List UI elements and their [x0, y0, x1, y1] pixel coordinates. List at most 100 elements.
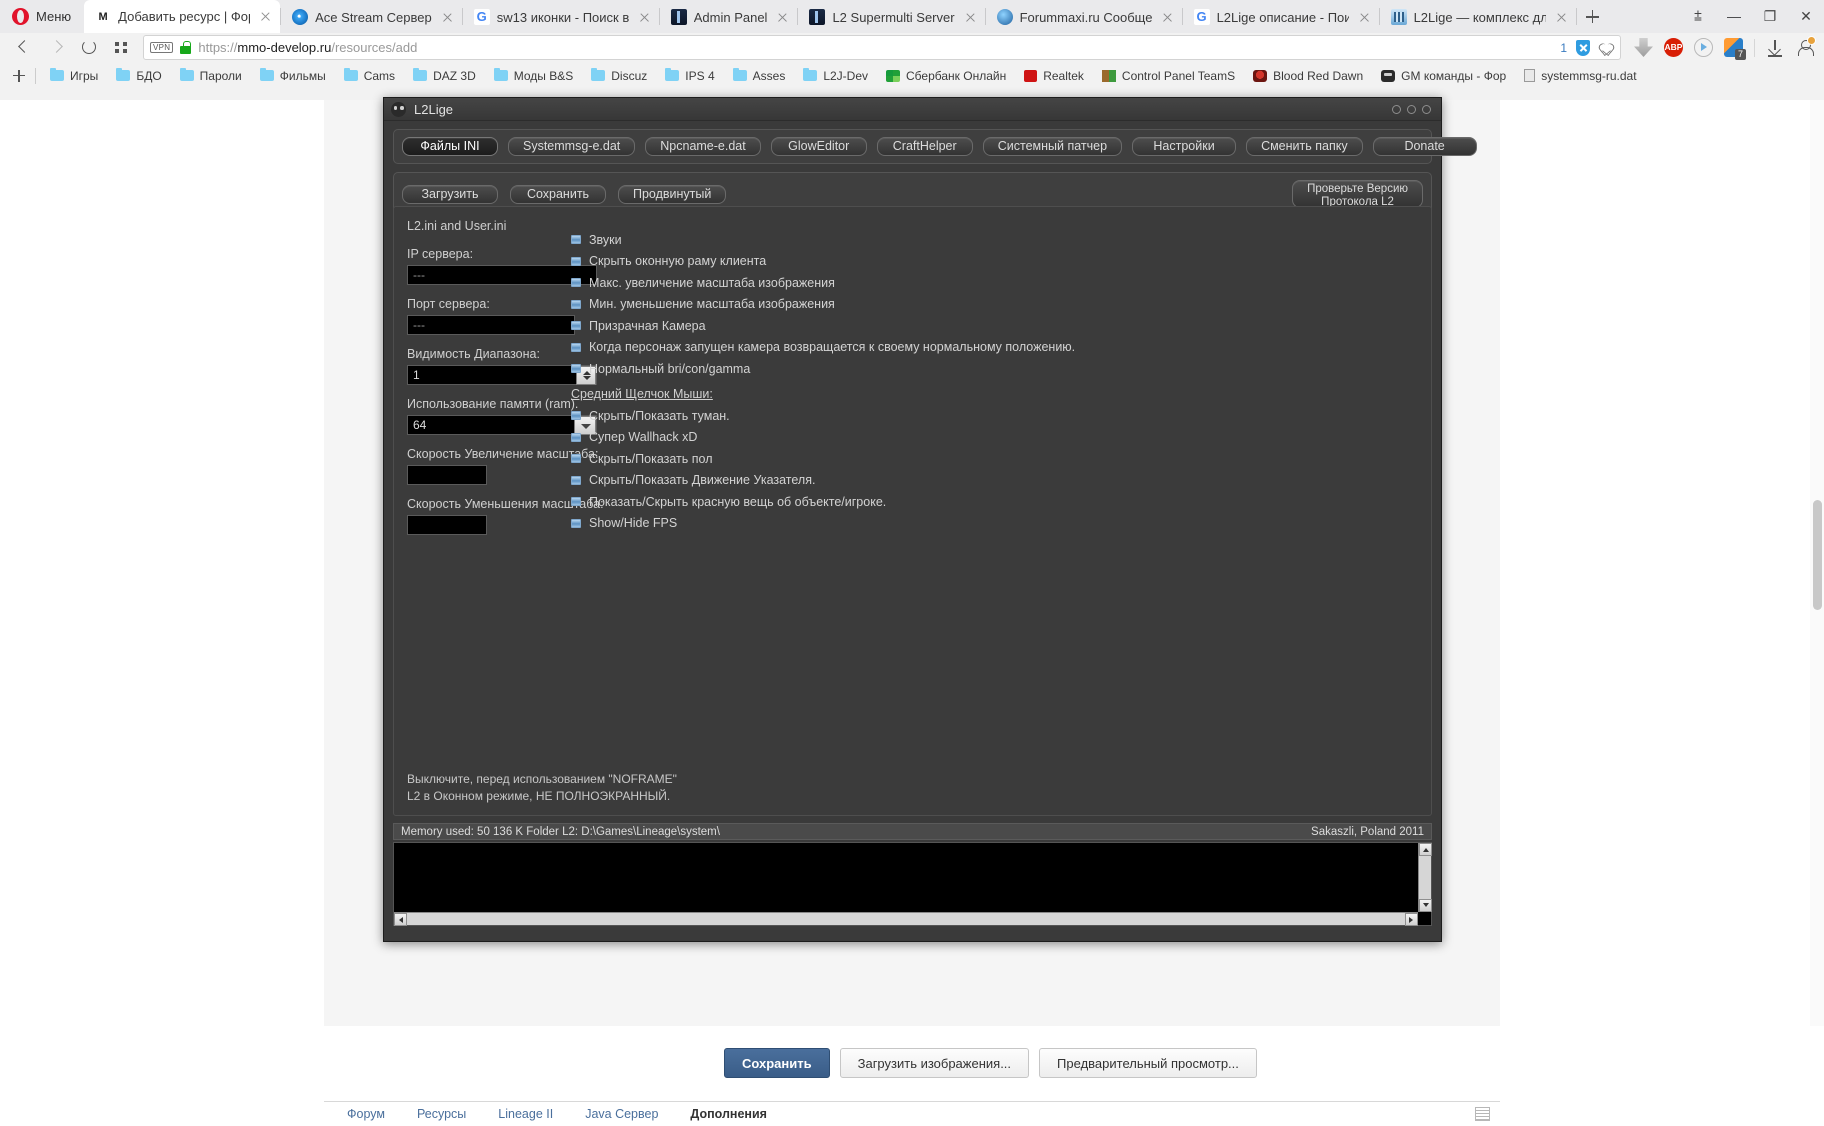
maximize-icon[interactable] [1407, 105, 1416, 114]
bookmark-item-11[interactable]: Сбербанк Онлайн [877, 65, 1015, 87]
checkbox-toggle-red-object-marker[interactable]: Показать/Скрыть красную вещь об объекте/… [571, 491, 1421, 512]
close-icon[interactable] [1422, 105, 1431, 114]
close-icon[interactable] [257, 8, 274, 25]
checkbox-sounds[interactable]: Звуки [571, 229, 1421, 250]
close-icon[interactable] [962, 9, 979, 26]
checkbox-icon[interactable] [571, 257, 581, 266]
minimize-icon[interactable] [1392, 105, 1401, 114]
zoom-out-speed-input[interactable] [407, 515, 487, 535]
tab-systemmsg[interactable]: Systemmsg-e.dat [508, 137, 635, 156]
bookmark-item-5[interactable]: DAZ 3D [404, 65, 485, 87]
resize-grip-icon[interactable] [1475, 1107, 1490, 1121]
checkbox-icon[interactable] [571, 454, 581, 463]
checkbox-icon[interactable] [571, 235, 581, 244]
footer-tab-forum[interactable]: Форум [334, 1107, 398, 1121]
heart-icon[interactable] [1599, 41, 1614, 55]
window-close-button[interactable]: ✕ [1788, 0, 1824, 33]
footer-tab-addons[interactable]: Дополнения [677, 1107, 780, 1121]
bookmark-item-6[interactable]: Моды B&S [485, 65, 583, 87]
close-icon[interactable] [439, 9, 456, 26]
server-ip-input[interactable]: --- [407, 265, 597, 285]
checkbox-icon[interactable] [571, 300, 581, 309]
console-horizontal-scrollbar[interactable] [394, 912, 1418, 925]
downloads-ext-icon[interactable] [1634, 38, 1653, 57]
checkbox-show-hide-fps[interactable]: Show/Hide FPS [571, 513, 1421, 534]
close-icon[interactable] [774, 9, 791, 26]
bookmark-item-15[interactable]: GM команды - Фор [1372, 65, 1515, 87]
browser-tab-6[interactable]: G L2Lige описание - Поиск [1183, 1, 1379, 33]
advanced-button[interactable]: Продвинутый [618, 185, 726, 204]
console-vertical-scrollbar[interactable] [1418, 843, 1431, 912]
add-bookmark-button[interactable] [8, 65, 30, 87]
save-button[interactable]: Сохранить [510, 185, 606, 204]
bookmark-item-2[interactable]: Пароли [171, 65, 251, 87]
checkbox-normal-bri-con-gamma[interactable]: Нормальный bri/con/gamma [571, 358, 1421, 379]
memory-usage-select[interactable]: 64 [407, 415, 597, 435]
zoom-in-speed-input[interactable] [407, 465, 487, 485]
browser-tab-5[interactable]: Forummaxi.ru Сообщество [986, 1, 1182, 33]
checkbox-toggle-fog[interactable]: Скрыть/Показать туман. [571, 405, 1421, 426]
maximize-button[interactable]: ❐ [1752, 0, 1788, 33]
server-port-input[interactable]: --- [407, 315, 575, 335]
browser-tab-4[interactable]: L2 Supermulti Server [798, 1, 984, 33]
tab-npcname[interactable]: Npcname-e.dat [645, 137, 760, 156]
adblock-plus-icon[interactable]: ABP [1664, 38, 1683, 57]
opera-menu-button[interactable]: Меню [0, 0, 84, 33]
checkbox-icon[interactable] [571, 497, 581, 506]
upload-images-button[interactable]: Загрузить изображения... [840, 1048, 1029, 1078]
scroll-left-icon[interactable] [394, 913, 407, 926]
page-scrollbar[interactable] [1810, 100, 1824, 1026]
close-icon[interactable] [636, 9, 653, 26]
bird-icon[interactable] [1724, 38, 1743, 57]
bookmark-item-10[interactable]: L2J-Dev [794, 65, 877, 87]
tab-menu-button[interactable]: ⩲ [1680, 0, 1716, 33]
browser-tab-3[interactable]: Admin Panel [660, 1, 798, 33]
reload-button[interactable] [74, 35, 103, 60]
tab-crafthelper[interactable]: CraftHelper [877, 137, 973, 156]
checkbox-min-zoom-out[interactable]: Мин. уменьшение масштаба изображения [571, 294, 1421, 315]
checkbox-icon[interactable] [571, 343, 581, 352]
speed-dial-button[interactable] [106, 35, 135, 60]
footer-tab-resources[interactable]: Ресурсы [404, 1107, 479, 1121]
l2lige-titlebar[interactable]: L2Lige [384, 98, 1441, 121]
bookmark-item-13[interactable]: Control Panel TeamS [1093, 65, 1244, 87]
bookmark-item-8[interactable]: IPS 4 [656, 65, 723, 87]
checkbox-max-zoom-in[interactable]: Макс. увеличение масштаба изображения [571, 272, 1421, 293]
bookmark-item-4[interactable]: Cams [335, 65, 404, 87]
player-icon[interactable] [1694, 38, 1713, 57]
scroll-right-icon[interactable] [1405, 913, 1418, 926]
bookmark-item-12[interactable]: Realtek [1015, 65, 1093, 87]
tab-donate[interactable]: Donate [1373, 137, 1477, 156]
download-icon[interactable] [1766, 39, 1784, 57]
scroll-up-icon[interactable] [1419, 843, 1432, 856]
checkbox-icon[interactable] [571, 433, 581, 442]
bookmark-item-14[interactable]: Blood Red Dawn [1244, 65, 1372, 87]
checkbox-icon[interactable] [571, 519, 581, 528]
l2lige-console-output[interactable] [393, 842, 1432, 926]
page-save-button[interactable]: Сохранить [724, 1048, 830, 1078]
bookmark-item-3[interactable]: Фильмы [251, 65, 335, 87]
tab-files-ini[interactable]: Файлы INI [402, 137, 498, 156]
bookmark-item-1[interactable]: БДО [107, 65, 170, 87]
bookmark-item-0[interactable]: Игры [41, 65, 107, 87]
close-icon[interactable] [1553, 9, 1570, 26]
bookmark-item-16[interactable]: systemmsg-ru.dat [1515, 65, 1645, 87]
back-button[interactable] [10, 35, 39, 60]
load-button[interactable]: Загрузить [402, 185, 498, 204]
browser-tab-7[interactable]: L2Lige — комплекс для р [1380, 1, 1576, 33]
tab-change-folder[interactable]: Сменить папку [1246, 137, 1363, 156]
checkbox-ghost-camera[interactable]: Призрачная Камера [571, 315, 1421, 336]
scrollbar-thumb[interactable] [1813, 500, 1822, 610]
checkbox-toggle-pointer-movement[interactable]: Скрыть/Показать Движение Указателя. [571, 470, 1421, 491]
preview-button[interactable]: Предварительный просмотр... [1039, 1048, 1257, 1078]
close-icon[interactable] [1159, 9, 1176, 26]
address-bar[interactable]: VPN https://mmo-develop.ru/resources/add… [143, 35, 1621, 60]
range-visibility-stepper[interactable]: 1 [407, 365, 597, 385]
checkbox-super-wallhack[interactable]: Супер Wallhack xD [571, 427, 1421, 448]
browser-tab-2[interactable]: G sw13 иконки - Поиск в G [463, 1, 659, 33]
check-protocol-version-button[interactable]: Проверьте Версию Протокола L2 [1292, 180, 1423, 208]
checkbox-toggle-floor[interactable]: Скрыть/Показать пол [571, 448, 1421, 469]
forward-button[interactable] [42, 35, 71, 60]
browser-tab-1[interactable]: Ace Stream Сервер [281, 1, 462, 33]
shield-icon[interactable] [1576, 40, 1590, 56]
